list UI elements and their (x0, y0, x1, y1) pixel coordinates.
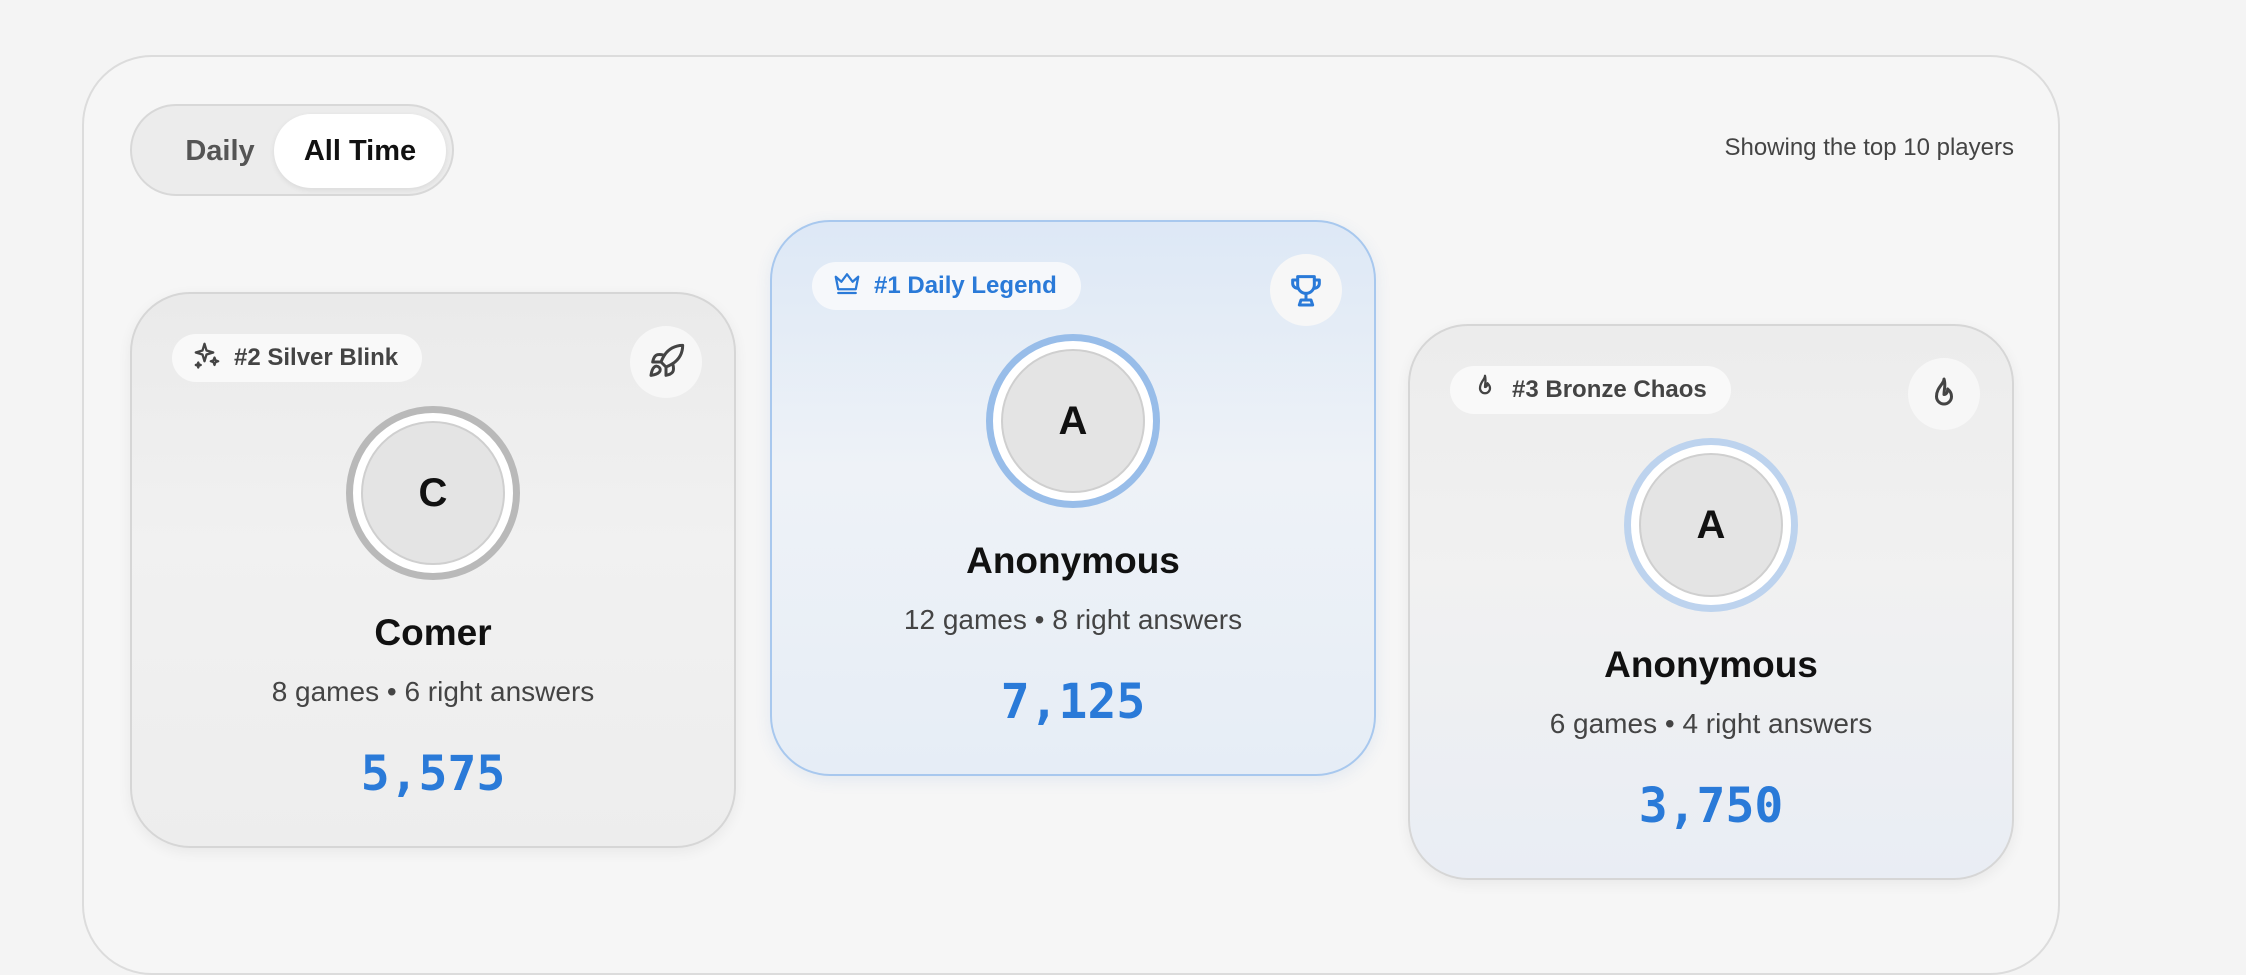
player-stats: 8 games • 6 right answers (271, 676, 595, 707)
avatar: A (1001, 349, 1145, 493)
leaderboard-card-rank-3[interactable]: #3 Bronze Chaos A Anonymous 6 games • 4 … (1408, 324, 2014, 880)
player-name: Anonymous (966, 540, 1180, 581)
avatar-ring: C (346, 406, 520, 580)
showing-top-players-text: Showing the top 10 players (1724, 134, 2014, 161)
period-toggle: Daily All Time (130, 104, 454, 196)
avatar-ring: A (986, 334, 1160, 508)
avatar: C (361, 421, 505, 565)
rank-badge: #1 Daily Legend (812, 262, 1081, 310)
player-score: 7,125 (1000, 674, 1146, 730)
crown-icon (832, 268, 862, 305)
player-score: 3,750 (1638, 778, 1784, 834)
flame-icon (1908, 358, 1980, 430)
flame-icon (1470, 372, 1500, 409)
player-name: Anonymous (1604, 644, 1818, 685)
player-name: Comer (374, 612, 492, 653)
rank-badge: #2 Silver Blink (172, 334, 423, 382)
avatar: A (1639, 453, 1783, 597)
rocket-icon (630, 326, 702, 398)
toggle-alltime-button[interactable]: All Time (274, 114, 446, 188)
leaderboard-card-rank-2[interactable]: #2 Silver Blink C Comer 8 games • 6 righ… (130, 292, 736, 848)
player-stats: 6 games • 4 right answers (1549, 708, 1873, 739)
avatar-ring: A (1624, 438, 1798, 612)
player-stats: 12 games • 8 right answers (903, 604, 1243, 635)
rank-badge: #3 Bronze Chaos (1450, 366, 1731, 414)
trophy-icon (1270, 254, 1342, 326)
rank-badge-label: #3 Bronze Chaos (1512, 376, 1707, 403)
rank-badge-label: #2 Silver Blink (234, 344, 399, 371)
leaderboard-card-rank-1[interactable]: #1 Daily Legend A Anonymous 12 games • 8… (770, 220, 1376, 776)
rank-badge-label: #1 Daily Legend (874, 272, 1057, 299)
sparkles-icon (192, 340, 222, 377)
player-score: 5,575 (360, 746, 506, 802)
